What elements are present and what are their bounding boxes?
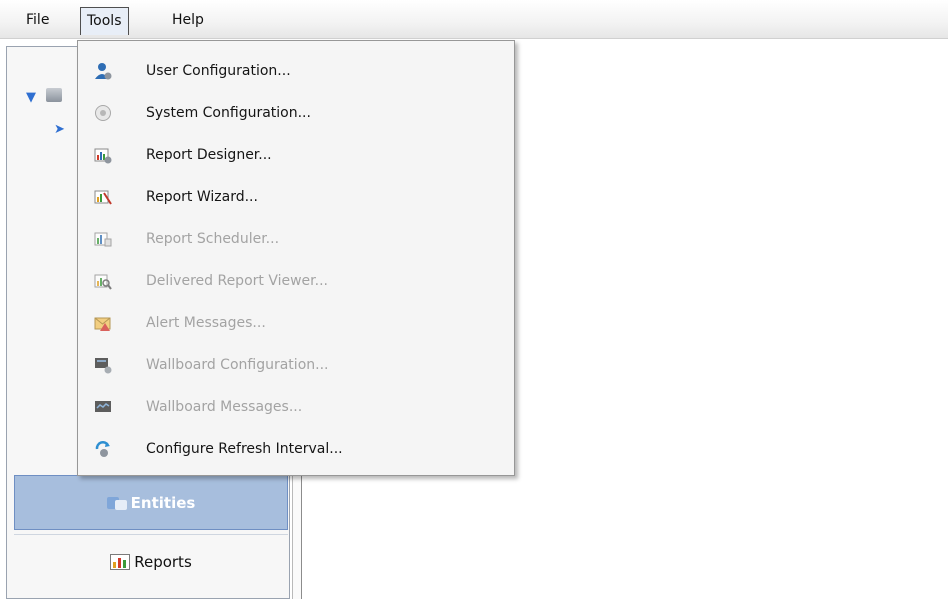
menu-item-configure-refresh-interval[interactable]: Configure Refresh Interval... bbox=[80, 429, 512, 469]
wallboard-config-icon bbox=[95, 358, 112, 374]
menu-item-report-wizard[interactable]: Report Wizard... bbox=[80, 177, 512, 217]
nav-reports-button[interactable]: Reports bbox=[14, 534, 288, 589]
reports-icon bbox=[110, 554, 131, 570]
menu-file[interactable]: File bbox=[20, 8, 55, 32]
menu-item-report-designer[interactable]: Report Designer... bbox=[80, 135, 512, 175]
report-designer-icon bbox=[94, 148, 112, 164]
tools-dropdown-menu: User Configuration... System Configurati… bbox=[77, 40, 515, 476]
refresh-interval-icon bbox=[95, 441, 110, 457]
nav-entities-label: Entities bbox=[130, 493, 196, 512]
tree-expand-arrow-icon[interactable]: ▼ bbox=[26, 90, 36, 105]
menu-item-wallboard-configuration[interactable]: Wallboard Configuration... bbox=[80, 345, 512, 385]
menu-item-system-configuration[interactable]: System Configuration... bbox=[80, 93, 512, 133]
menu-bar: File Tools Help bbox=[0, 0, 948, 39]
menu-help[interactable]: Help bbox=[166, 8, 210, 32]
report-wizard-icon bbox=[94, 190, 112, 205]
tree-root-node-icon[interactable] bbox=[46, 88, 62, 102]
tree-collapse-arrow-icon[interactable]: ➤ bbox=[54, 122, 65, 137]
report-scheduler-icon bbox=[94, 232, 112, 247]
menu-item-user-configuration[interactable]: User Configuration... bbox=[80, 51, 512, 91]
alert-messages-icon bbox=[94, 317, 111, 331]
user-config-icon bbox=[95, 63, 112, 80]
entities-icon bbox=[106, 495, 127, 511]
menu-item-delivered-report-viewer[interactable]: Delivered Report Viewer... bbox=[80, 261, 512, 301]
wallboard-messages-icon bbox=[95, 401, 111, 412]
menu-item-wallboard-messages[interactable]: Wallboard Messages... bbox=[80, 387, 512, 427]
nav-entities-button[interactable]: Entities bbox=[14, 475, 288, 530]
menu-item-alert-messages[interactable]: Alert Messages... bbox=[80, 303, 512, 343]
menu-tools[interactable]: Tools bbox=[80, 7, 129, 35]
delivered-report-viewer-icon bbox=[94, 274, 112, 290]
menu-item-report-scheduler[interactable]: Report Scheduler... bbox=[80, 219, 512, 259]
nav-reports-label: Reports bbox=[134, 553, 192, 571]
system-config-icon bbox=[95, 105, 111, 121]
